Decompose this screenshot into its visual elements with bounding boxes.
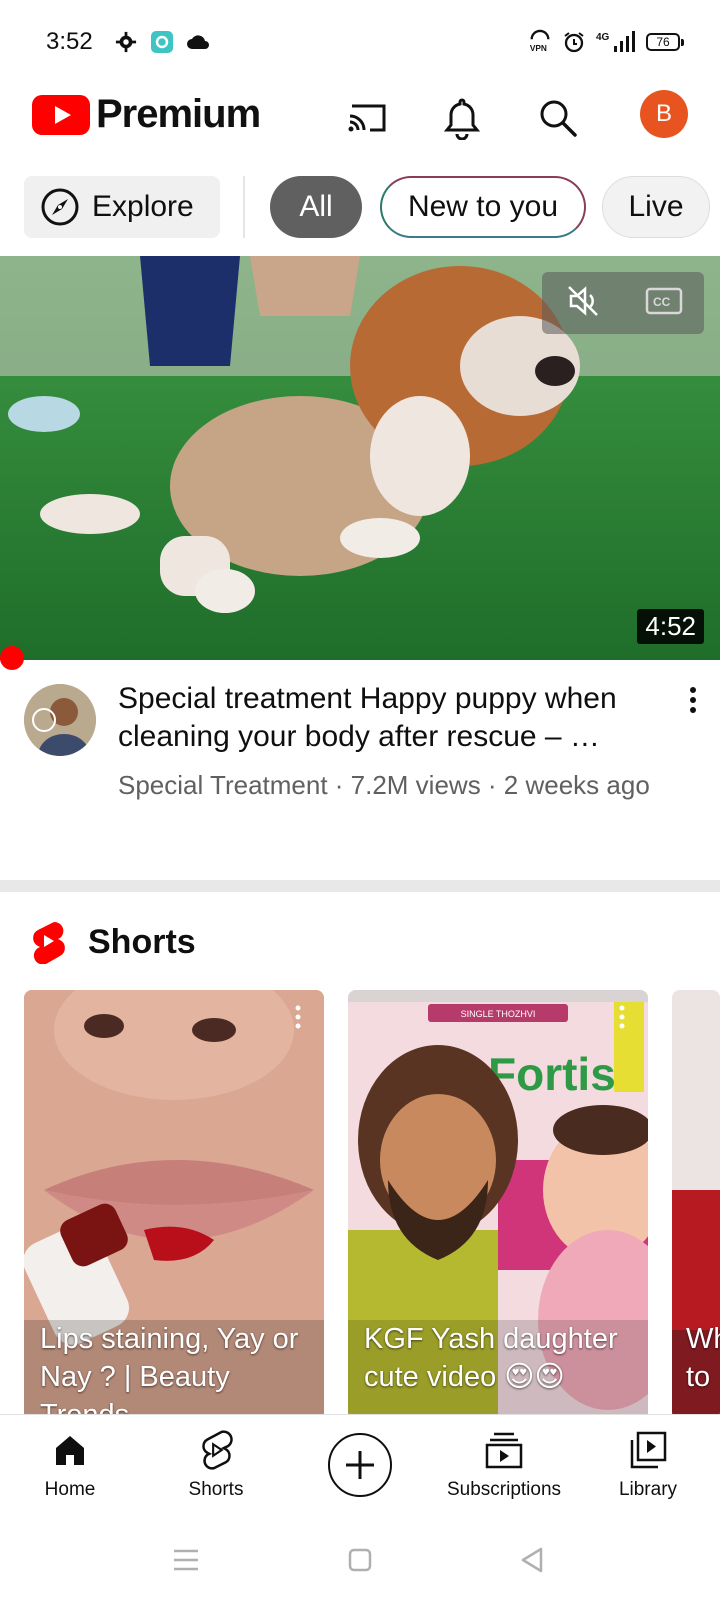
- home-icon: [56, 1436, 84, 1465]
- subscriptions-icon: [485, 1432, 523, 1469]
- shorts-logo-icon: [33, 921, 65, 964]
- shorts-icon: [202, 1430, 233, 1470]
- status-time: 3:52: [46, 28, 93, 55]
- video-title[interactable]: Special treatment Happy puppy when clean…: [118, 680, 658, 756]
- search-icon: [540, 100, 577, 137]
- shorts-title: Shorts: [88, 922, 196, 961]
- more-vertical-icon: [619, 1005, 625, 1029]
- more-vertical-icon: [690, 687, 696, 713]
- create-button[interactable]: [328, 1433, 392, 1497]
- short-caption: KGF Yash daughter cute video 😍😍: [364, 1323, 618, 1393]
- video-controls: CC: [542, 272, 704, 334]
- menu-icon: [174, 1549, 198, 1571]
- progress-indicator: [0, 646, 24, 670]
- nav-home-label: Home: [44, 1479, 96, 1500]
- settings-icon: [114, 30, 138, 54]
- cast-icon: [348, 104, 386, 132]
- app-notification-icon: [150, 30, 174, 54]
- short-more-button[interactable]: [612, 1002, 632, 1032]
- status-right-icons: VPN 4G 76: [528, 29, 684, 54]
- bottom-nav: Home Shorts Subscriptions Library: [0, 1414, 720, 1518]
- chip-all[interactable]: All: [270, 176, 362, 238]
- youtube-premium-logo[interactable]: Premium: [32, 92, 261, 137]
- status-left-icons: [114, 30, 210, 54]
- library-icon: [630, 1431, 667, 1469]
- explore-label: Explore: [92, 190, 194, 223]
- recents-button[interactable]: [166, 1540, 206, 1580]
- short-card[interactable]: Lips staining, Yay or Nay ? | Beauty Tre…: [24, 990, 324, 1420]
- search-button[interactable]: [530, 90, 586, 146]
- cloud-icon: [186, 30, 210, 54]
- vpn-icon: VPN: [528, 29, 552, 54]
- app-header: Premium B: [0, 80, 720, 160]
- vpn-label: VPN: [530, 43, 547, 53]
- account-avatar[interactable]: B: [640, 90, 688, 138]
- short-more-button[interactable]: [288, 1002, 308, 1032]
- nav-subscriptions-label: Subscriptions: [446, 1479, 562, 1500]
- short-card[interactable]: SINGLE THOZHVI Fortis KGF Yash daughter …: [348, 990, 648, 1420]
- youtube-logo-icon: [32, 94, 90, 135]
- signal-icon: 4G: [596, 30, 636, 54]
- fortis-label: Fortis: [488, 1048, 616, 1100]
- chip-divider: [243, 176, 245, 238]
- svg-text:CC: CC: [653, 295, 671, 309]
- plus-icon: [346, 1451, 374, 1479]
- back-button[interactable]: [512, 1540, 552, 1580]
- logo-text: Premium: [96, 92, 261, 136]
- captions-icon[interactable]: CC: [644, 285, 684, 322]
- chip-live[interactable]: Live: [602, 176, 710, 238]
- compass-icon: [41, 188, 79, 226]
- video-subtitle: Special Treatment · 7.2M views · 2 weeks…: [118, 770, 650, 800]
- status-bar: 3:52 VPN 4G 76: [0, 0, 720, 80]
- network-label: 4G: [596, 32, 610, 43]
- nav-shorts-label: Shorts: [188, 1479, 244, 1500]
- notifications-button[interactable]: [434, 90, 490, 146]
- video-duration: 4:52: [637, 609, 704, 644]
- system-nav: [0, 1518, 720, 1600]
- filter-chips: Explore All New to you Live: [0, 172, 720, 242]
- nav-library[interactable]: Library: [578, 1427, 718, 1501]
- alarm-icon: [562, 30, 586, 54]
- explore-chip[interactable]: Explore: [24, 176, 220, 238]
- chip-new-to-you[interactable]: New to you: [380, 176, 586, 238]
- nav-subscriptions[interactable]: Subscriptions: [434, 1427, 574, 1501]
- nav-shorts[interactable]: Shorts: [146, 1427, 286, 1501]
- battery-icon: 76: [646, 33, 684, 51]
- nav-home[interactable]: Home: [0, 1427, 140, 1501]
- short-caption: Lips staining, Yay or Nay ? | Beauty Tre…: [40, 1323, 299, 1420]
- nav-library-label: Library: [618, 1479, 678, 1500]
- bell-icon: [443, 98, 481, 140]
- back-triangle-icon: [521, 1547, 543, 1573]
- square-icon: [348, 1548, 372, 1572]
- badge-label: SINGLE THOZHVI: [461, 1009, 536, 1019]
- cast-button[interactable]: [340, 90, 396, 146]
- short-caption: Wh to: [686, 1323, 720, 1393]
- more-vertical-icon: [295, 1005, 301, 1029]
- channel-avatar[interactable]: [24, 684, 96, 756]
- home-system-button[interactable]: [340, 1540, 380, 1580]
- section-separator: [0, 880, 720, 892]
- video-more-button[interactable]: [676, 680, 710, 720]
- mute-icon[interactable]: [563, 281, 603, 326]
- video-thumbnail[interactable]: CC 4:52: [0, 256, 720, 660]
- video-meta: Special treatment Happy puppy when clean…: [0, 676, 720, 856]
- short-card[interactable]: Wh to: [672, 990, 720, 1420]
- shorts-header: Shorts: [30, 920, 196, 964]
